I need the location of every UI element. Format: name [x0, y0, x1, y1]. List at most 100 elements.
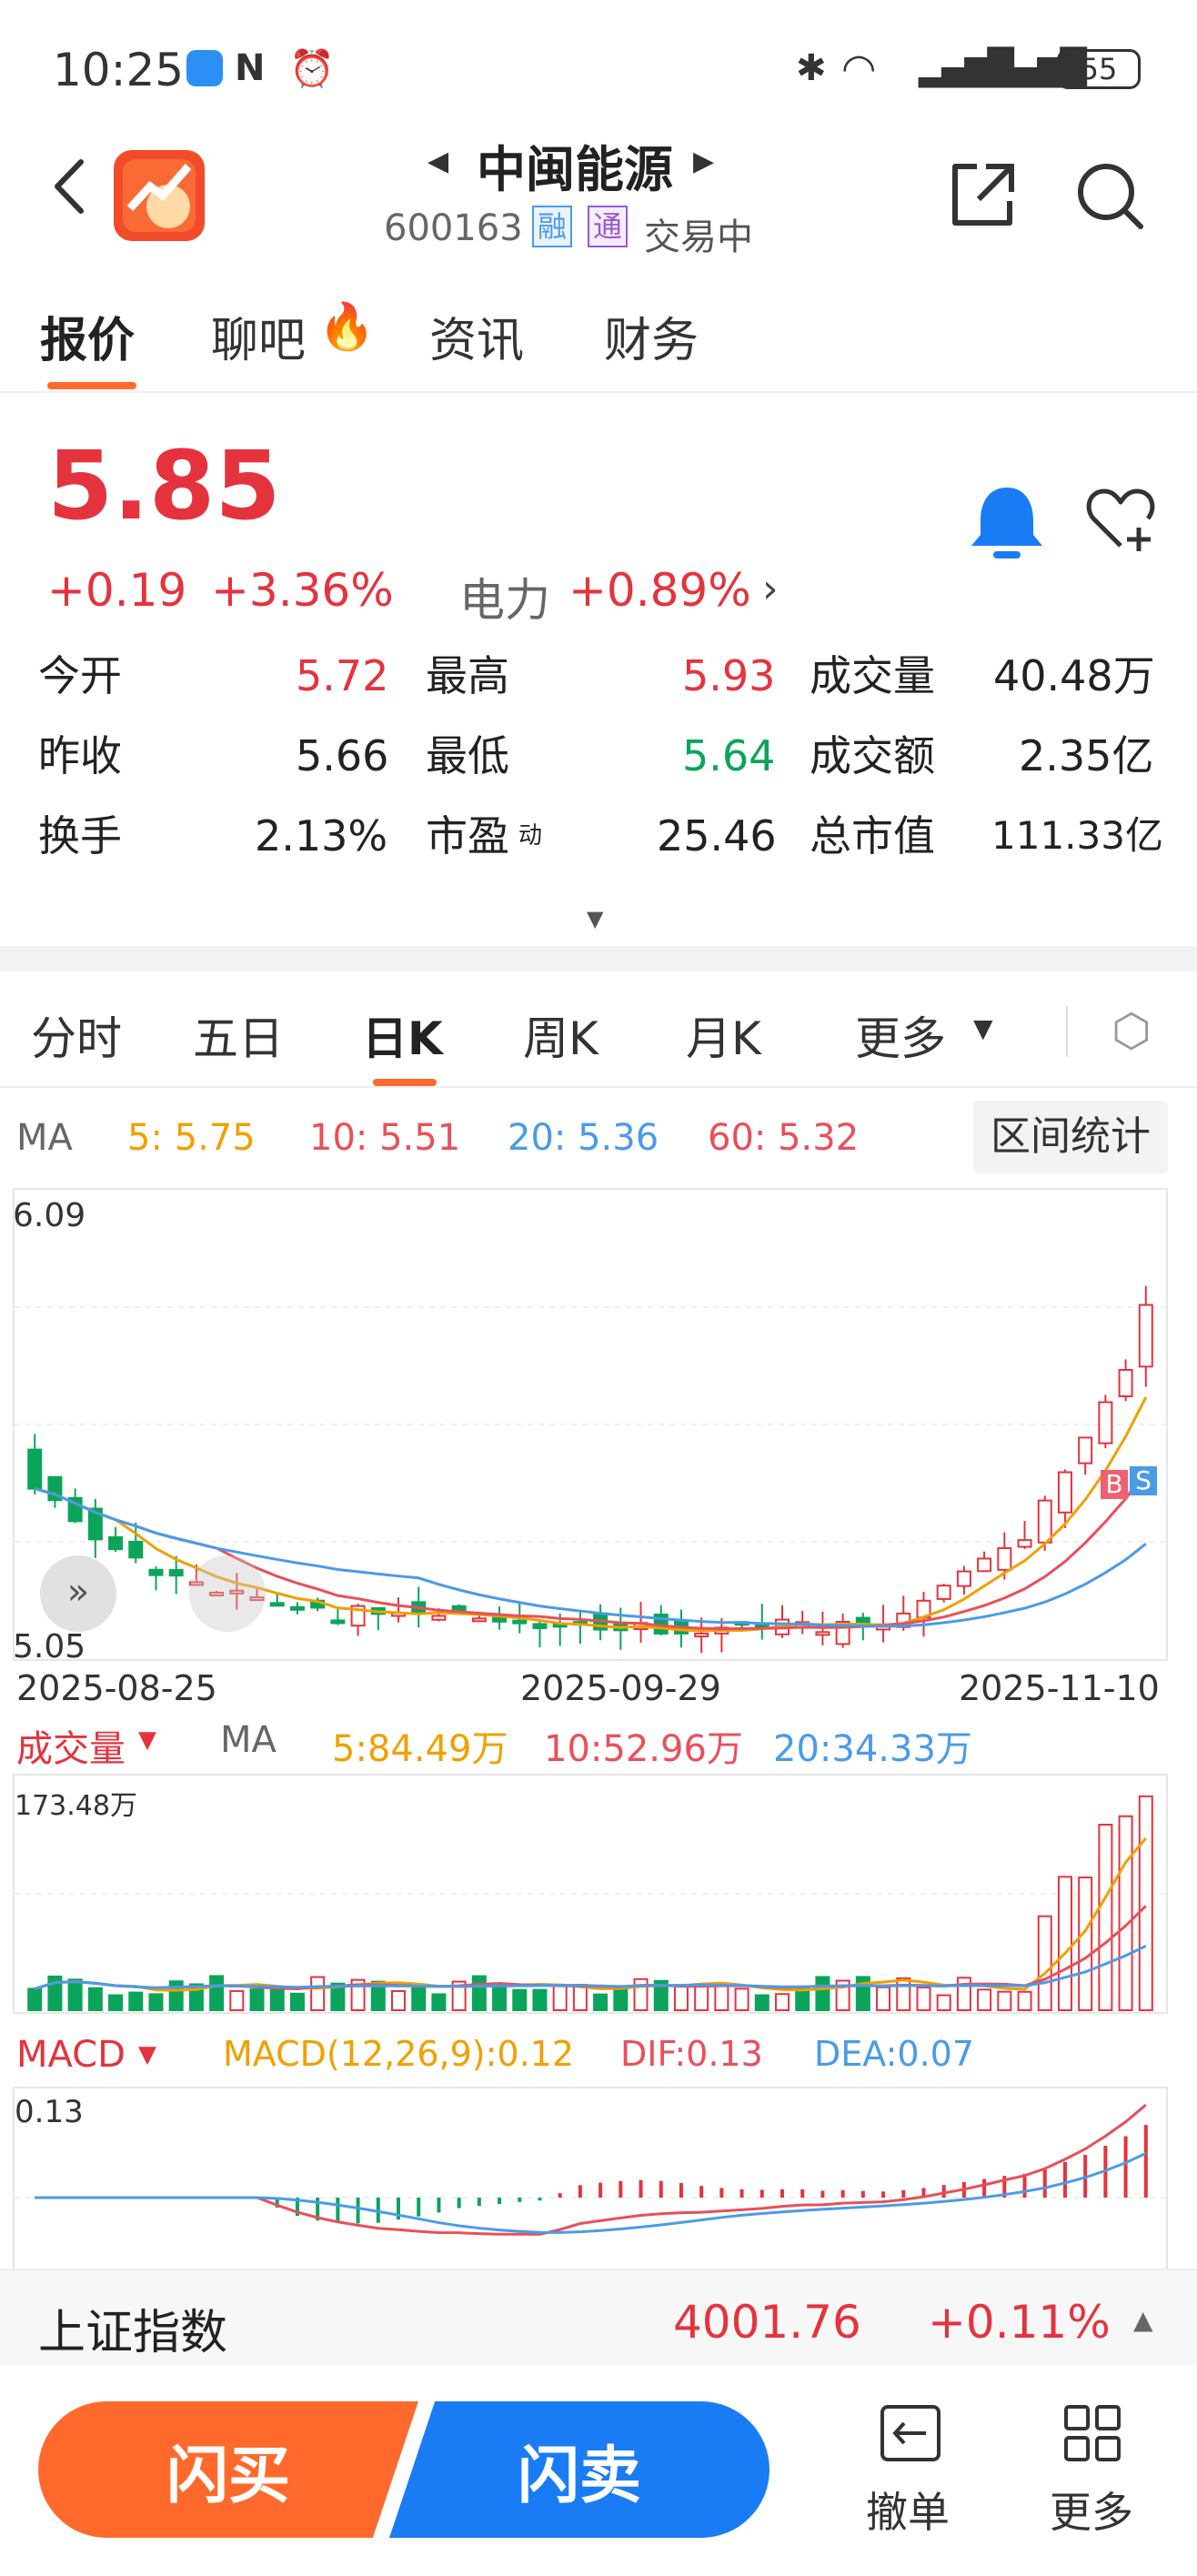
candle-body — [977, 1557, 992, 1573]
cancel-order-icon — [880, 2405, 940, 2461]
ma10-label: 10: 5.51 — [309, 1117, 461, 1159]
tab-intraday[interactable]: 分时 — [31, 1002, 122, 1068]
more-caret-icon: ▼ — [973, 1013, 993, 1043]
search-icon — [1078, 164, 1143, 229]
range-stats-button[interactable]: 区间统计 — [973, 1101, 1168, 1173]
volume-bar — [694, 1984, 709, 2012]
volume-bar — [67, 1978, 83, 2011]
dif-line — [35, 2103, 1147, 2236]
tab-quote[interactable]: 报价 — [40, 302, 135, 370]
candle-body — [694, 1632, 709, 1637]
candle-body — [128, 1540, 144, 1559]
volume-bar — [633, 1977, 649, 2012]
tab-month-k[interactable]: 月K — [686, 1002, 761, 1068]
sector-name[interactable]: 电力 — [459, 564, 550, 629]
scroll-handle[interactable] — [189, 1555, 266, 1632]
candle-body — [1078, 1436, 1093, 1464]
macd-max-label: 0.13 — [15, 2094, 84, 2130]
volume-bar — [916, 1987, 931, 2012]
date-label-3: 2025-11-10 — [959, 1668, 1160, 1708]
tab-week-k[interactable]: 周K — [523, 1002, 598, 1068]
tab-news[interactable]: 资讯 — [429, 302, 524, 370]
settings-icon[interactable]: ⬡ — [1112, 1004, 1152, 1057]
flash-buy-button[interactable]: 闪买 — [38, 2401, 418, 2538]
more-button[interactable]: 更多 — [1042, 2403, 1142, 2540]
macd-params: MACD(12,26,9):0.12 — [223, 2034, 575, 2074]
macd-chart[interactable] — [13, 2087, 1168, 2269]
expand-down-icon[interactable]: ▼ — [587, 906, 603, 931]
volume-title[interactable]: 成交量 — [16, 1719, 126, 1772]
share-icon — [952, 164, 1014, 226]
tab-chat[interactable]: 聊吧 — [211, 302, 306, 370]
volume-bar — [471, 1975, 487, 2012]
chart-tab-indicator — [373, 1079, 437, 1086]
next-stock-icon[interactable]: ▶ — [693, 146, 714, 177]
candle-body — [956, 1570, 971, 1587]
volume-bar — [1138, 1795, 1153, 2011]
candle-body — [997, 1547, 1012, 1571]
app-logo — [114, 150, 205, 241]
prev-stock-icon[interactable]: ◀ — [428, 146, 448, 177]
sell-mark[interactable]: S — [1130, 1466, 1157, 1495]
volume-ma5-line — [34, 1837, 1147, 1992]
volume-ma10: 10:52.96万 — [544, 1728, 743, 1770]
turnover-label: 换手 — [38, 811, 122, 860]
tab-day-k[interactable]: 日K — [362, 1002, 443, 1068]
volume-bar — [27, 1987, 43, 2011]
volume-ma-label: MA — [220, 1719, 277, 1761]
candle-body — [815, 1631, 830, 1636]
date-label-1: 2025-08-25 — [16, 1668, 217, 1708]
amount-value: 2.35亿 — [1019, 731, 1154, 780]
candle-body — [168, 1569, 184, 1577]
volume-bar — [249, 1988, 265, 2011]
volume-chart[interactable] — [13, 1774, 1168, 2014]
message-app-icon — [186, 50, 223, 86]
search-button[interactable] — [1073, 159, 1146, 232]
volume-bar — [1078, 1877, 1093, 2011]
candle-body — [431, 1615, 447, 1621]
volume-ma20: 20:34.33万 — [773, 1728, 972, 1770]
tab-finance[interactable]: 财务 — [604, 302, 699, 370]
flash-sell-button[interactable]: 闪卖 — [389, 2401, 770, 2538]
alert-button[interactable] — [968, 482, 1046, 564]
volume-bar — [876, 1986, 891, 2012]
macd-title[interactable]: MACD — [16, 2034, 126, 2076]
chevron-right-icon[interactable]: › — [762, 566, 779, 612]
buy-mark[interactable]: B — [1101, 1470, 1128, 1499]
current-price: 5.85 — [47, 430, 281, 541]
flash-buy-label: 闪买 — [166, 2440, 290, 2512]
volume-bar — [795, 1987, 810, 2012]
pe-value: 25.46 — [657, 811, 777, 860]
kline-min-price: 5.05 — [13, 1628, 86, 1665]
sector-change[interactable]: +0.89% — [568, 564, 751, 617]
low-value: 5.64 — [682, 731, 776, 780]
divider — [0, 391, 1197, 393]
macd-caret-icon[interactable]: ▼ — [138, 2041, 156, 2068]
prev-close-value: 5.66 — [296, 731, 389, 780]
volume-bar — [148, 1993, 164, 2012]
expand-up-icon[interactable]: ▲ — [1133, 2305, 1153, 2335]
cancel-order-label: 撤单 — [866, 2488, 950, 2537]
open-value: 5.72 — [296, 651, 389, 700]
volume-ma20-line — [34, 1945, 1147, 1990]
candle-body — [289, 1605, 305, 1611]
volume-bar — [310, 1976, 326, 2011]
tab-5day[interactable]: 五日 — [193, 1002, 284, 1068]
kline-chart[interactable] — [13, 1188, 1168, 1661]
volume-bar — [1037, 1915, 1052, 2011]
candle-body — [330, 1619, 346, 1625]
volume-caret-icon[interactable]: ▼ — [138, 1726, 156, 1754]
dea-line — [35, 2151, 1147, 2234]
watchlist-button[interactable] — [1084, 486, 1157, 555]
volume-bar — [572, 1983, 588, 2011]
cancel-order-button[interactable]: 撤单 — [855, 2403, 955, 2540]
expand-left-button[interactable]: » — [40, 1555, 116, 1632]
back-button[interactable] — [50, 155, 86, 218]
volume-bar — [1118, 1815, 1133, 2011]
flash-sell-label: 闪卖 — [517, 2440, 641, 2512]
volume-ma5: 5:84.49万 — [332, 1728, 508, 1770]
share-button[interactable] — [946, 159, 1019, 232]
candle-body — [1098, 1401, 1113, 1444]
tab-more[interactable]: 更多 — [855, 1002, 946, 1068]
amount-label: 成交额 — [810, 731, 935, 780]
